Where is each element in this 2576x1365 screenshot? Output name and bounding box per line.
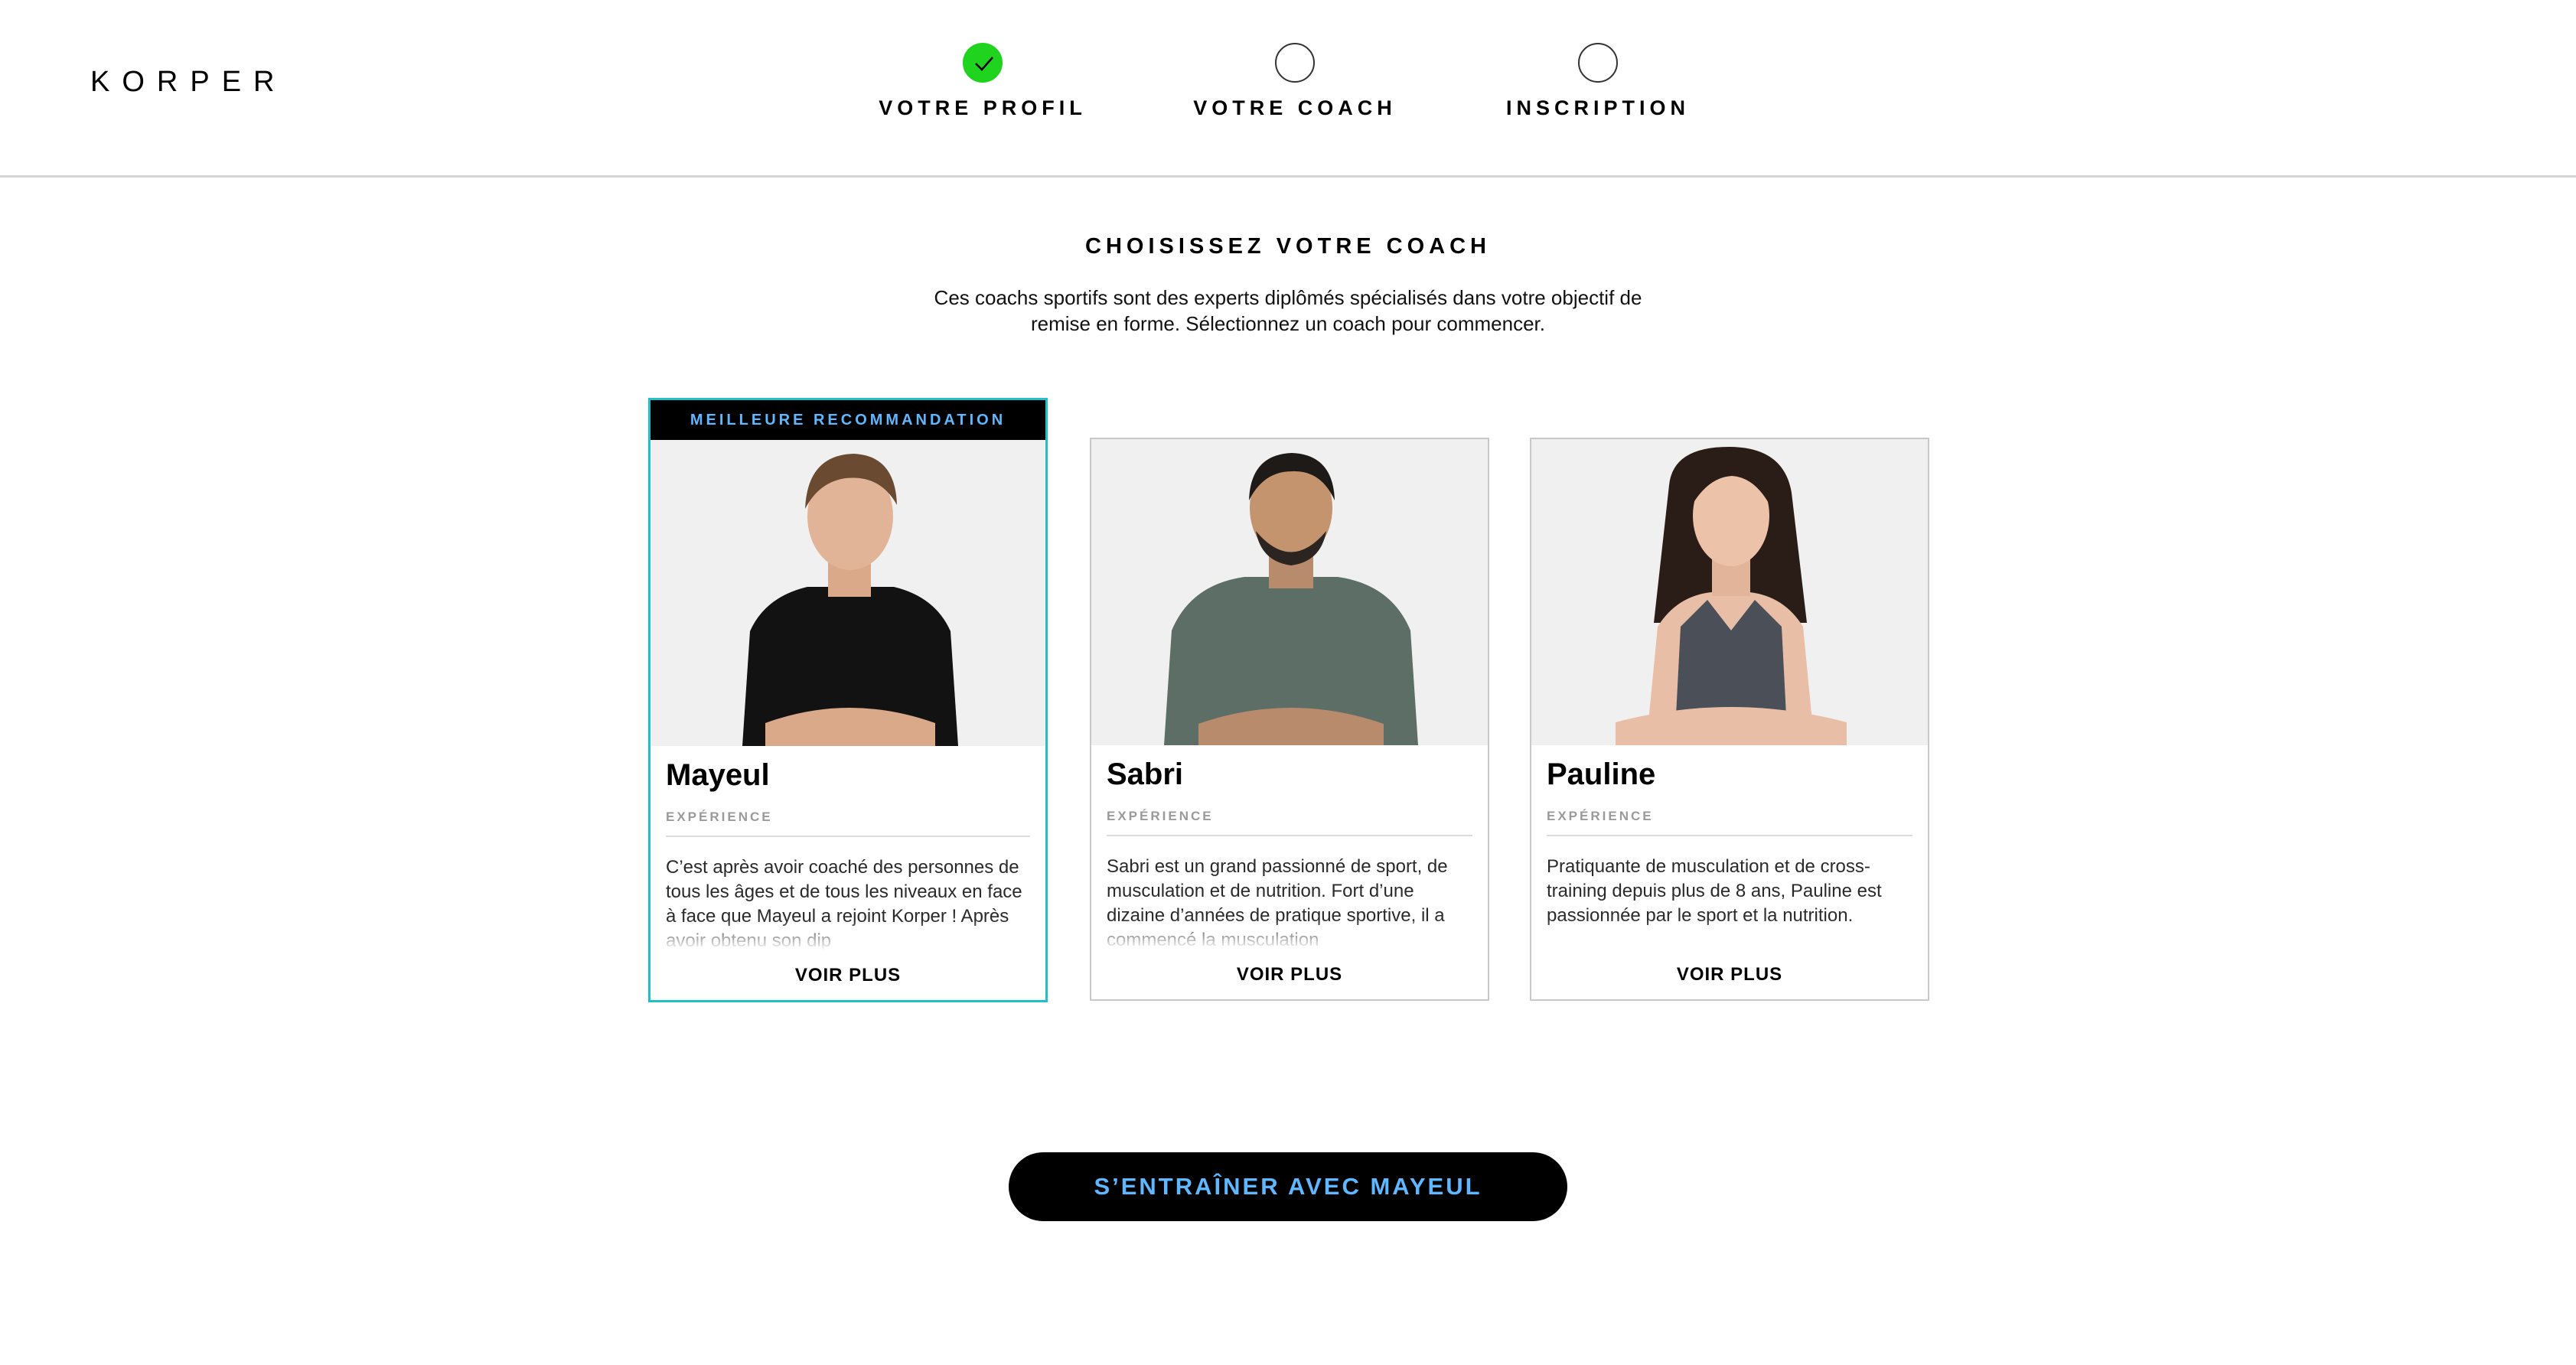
step-votre-coach: VOTRE COACH: [1165, 43, 1425, 120]
experience-label: EXPÉRIENCE: [1547, 809, 1912, 836]
step-circle-icon: [1275, 43, 1315, 83]
coach-description: Sabri est un grand passionné de sport, d…: [1107, 855, 1472, 950]
step-label: INSCRIPTION: [1505, 96, 1690, 119]
voir-plus-button[interactable]: VOIR PLUS: [651, 965, 1045, 986]
step-inscription: INSCRIPTION: [1468, 43, 1728, 120]
coach-name: Mayeul: [666, 758, 770, 792]
step-votre-profil: VOTRE PROFIL: [853, 43, 1113, 120]
coach-card-sabri[interactable]: Sabri EXPÉRIENCE Sabri est un grand pass…: [1090, 438, 1489, 1001]
top-header: KORPER VOTRE PROFIL VOTRE COACH INSCRIPT…: [0, 0, 2576, 178]
coach-photo: [651, 440, 1045, 746]
korper-logo[interactable]: KORPER: [90, 66, 286, 99]
step-label: VOTRE COACH: [1193, 96, 1397, 119]
page-subtitle: Ces coachs sportifs sont des experts dip…: [934, 286, 1642, 335]
coach-description: C’est après avoir coaché des personnes d…: [666, 855, 1030, 950]
coach-photo: [1091, 439, 1488, 745]
train-with-coach-button[interactable]: S’ENTRAÎNER AVEC MAYEUL: [1009, 1152, 1567, 1221]
coach-name: Pauline: [1547, 757, 1656, 791]
coach-photo: [1531, 439, 1928, 745]
voir-plus-button[interactable]: VOIR PLUS: [1091, 964, 1488, 985]
coach-name: Sabri: [1107, 757, 1184, 791]
coach-card-mayeul[interactable]: MEILLEURE RECOMMANDATION Mayeul EXPÉRIEN…: [648, 398, 1048, 1002]
step-circle-icon: [1578, 43, 1618, 83]
recommendation-badge: MEILLEURE RECOMMANDATION: [651, 400, 1045, 440]
check-icon: [963, 43, 1003, 83]
step-label: VOTRE PROFIL: [879, 96, 1087, 119]
page-title: CHOISISSEZ VOTRE COACH: [1085, 234, 1491, 259]
coach-description: Pratiquante de musculation et de cross-t…: [1547, 855, 1912, 950]
coach-card-pauline[interactable]: Pauline EXPÉRIENCE Pratiquante de muscul…: [1530, 438, 1929, 1001]
experience-label: EXPÉRIENCE: [1107, 809, 1472, 836]
experience-label: EXPÉRIENCE: [666, 810, 1030, 837]
voir-plus-button[interactable]: VOIR PLUS: [1531, 964, 1928, 985]
